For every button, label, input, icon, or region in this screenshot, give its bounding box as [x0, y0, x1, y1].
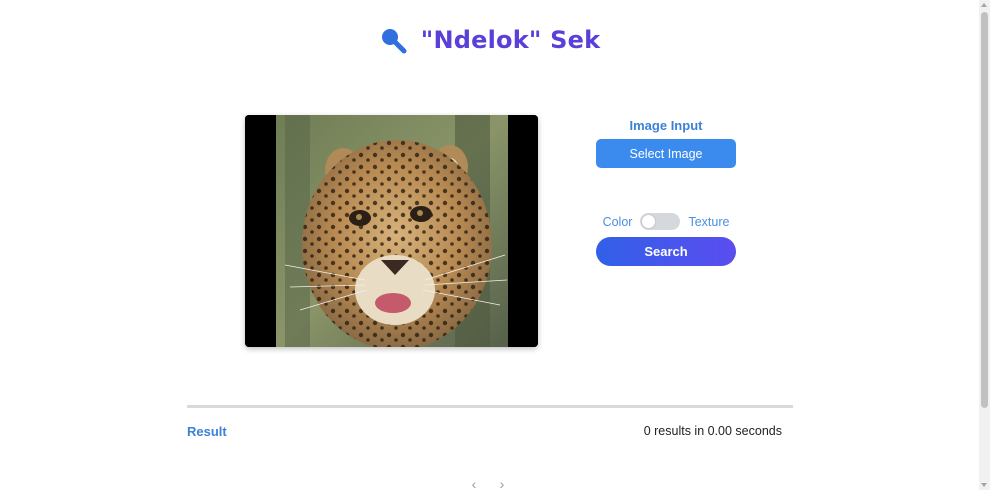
controls-panel: Image Input Select Image Color Texture S…: [596, 115, 736, 266]
vertical-scrollbar[interactable]: [979, 0, 990, 490]
magnifier-icon: [379, 26, 407, 54]
toggle-knob: [642, 215, 656, 228]
scroll-down-icon[interactable]: [981, 483, 987, 487]
image-preview: [245, 115, 538, 347]
chevron-right-icon[interactable]: ›: [498, 476, 506, 490]
chevron-left-icon[interactable]: ‹: [470, 476, 478, 490]
image-input-label: Image Input: [629, 118, 703, 133]
scroll-thumb[interactable]: [981, 12, 988, 408]
page: "Ndelok" Sek Image Input Select Image Co…: [0, 0, 990, 490]
select-image-button[interactable]: Select Image: [596, 139, 736, 168]
main-content: "Ndelok" Sek Image Input Select Image Co…: [0, 0, 979, 490]
leopard-photo: [245, 115, 538, 347]
app-title: "Ndelok" Sek: [420, 26, 601, 54]
result-stats: 0 results in 0.00 seconds: [643, 424, 782, 438]
feature-toggle-row: Color Texture: [596, 213, 736, 230]
toggle-label-texture: Texture: [688, 214, 730, 229]
color-texture-toggle[interactable]: [640, 213, 681, 230]
results-divider: [187, 405, 793, 408]
toggle-label-color: Color: [602, 214, 633, 229]
result-heading: Result: [187, 424, 227, 439]
scroll-up-icon[interactable]: [981, 3, 987, 7]
pagination: ‹ ›: [470, 476, 506, 490]
app-header: "Ndelok" Sek: [0, 26, 979, 54]
search-button[interactable]: Search: [596, 237, 736, 266]
